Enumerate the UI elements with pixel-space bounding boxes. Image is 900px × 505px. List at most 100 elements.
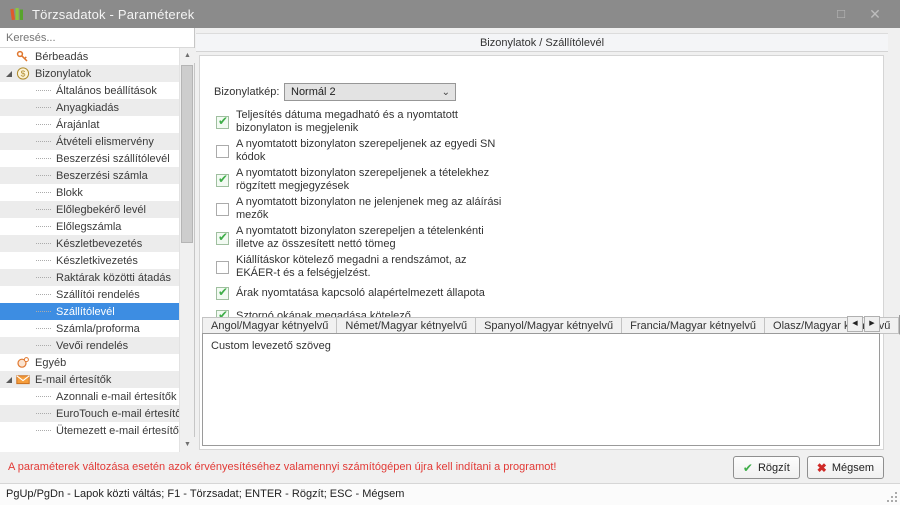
tree-connector (36, 192, 51, 193)
restart-warning: A paraméterek változása esetén azok érvé… (8, 452, 556, 483)
checkbox-row[interactable]: A nyomtatott bizonylaton szerepeljen a t… (216, 225, 636, 251)
main-panel: Bizonylatok / Szállítólevél Bizonylatkép… (196, 28, 888, 452)
sidebar-item-beszerzesi-szamla[interactable]: Beszerzési számla (0, 167, 179, 184)
settings-panel: Bizonylatkép: Normál 2 ⌄ Teljesítés dátu… (199, 55, 884, 450)
search-input[interactable] (0, 29, 194, 48)
sidebar-item-egyeb[interactable]: Egyéb (0, 354, 179, 371)
checkbox[interactable] (216, 261, 229, 274)
tree-connector (36, 90, 51, 91)
tree-connector (36, 277, 51, 278)
tree-connector (36, 260, 51, 261)
tree-connector (36, 243, 51, 244)
checkbox[interactable] (216, 287, 229, 300)
sidebar-item-eurotouch-e-mail-ertesitok[interactable]: EuroTouch e-mail értesítők (0, 405, 179, 422)
checkbox-row[interactable]: A nyomtatott bizonylaton ne jelenjenek m… (216, 196, 636, 222)
resize-grip-icon[interactable] (887, 492, 897, 502)
checkbox-row[interactable]: Kiállításkor kötelező megadni a rendszám… (216, 254, 636, 280)
sidebar-scrollbar[interactable]: ▲ ▼ (179, 48, 194, 452)
tree-connector (36, 107, 51, 108)
sidebar-item-anyagkiadas[interactable]: Anyagkiadás (0, 99, 179, 116)
checkbox[interactable] (216, 232, 229, 245)
tree-connector (36, 430, 51, 431)
sidebar-item-keszletkivezetes[interactable]: Készletkivezetés (0, 252, 179, 269)
cancel-button[interactable]: ✖ Mégsem (807, 456, 884, 479)
document-layout-select[interactable]: Normál 2 ⌄ (284, 83, 456, 101)
sidebar-item-bizonylatok[interactable]: $Bizonylatok (0, 65, 179, 82)
sidebar-item-altalanos-beallitasok[interactable]: Általános beállítások (0, 82, 179, 99)
tab-content-textarea[interactable]: Custom levezető szöveg (202, 333, 880, 446)
sidebar-item-azonnali-e-mail-ertesitok[interactable]: Azonnali e-mail értesítők (0, 388, 179, 405)
coin-icon: $ (16, 67, 30, 80)
scroll-up-icon[interactable]: ▲ (180, 48, 195, 63)
tree-connector (36, 413, 51, 414)
tree-connector (36, 345, 51, 346)
sidebar-item-szallitoi-rendeles[interactable]: Szállítói rendelés (0, 286, 179, 303)
footer-bar: A paraméterek változása esetén azok érvé… (0, 452, 900, 483)
svg-text:$: $ (21, 69, 26, 79)
sidebar-item-keszletbevezetes[interactable]: Készletbevezetés (0, 235, 179, 252)
tree-connector (36, 124, 51, 125)
misc-icon (16, 356, 30, 369)
checkbox[interactable] (216, 174, 229, 187)
parameter-tree: Bérbeadás $Bizonylatok Általános beállít… (0, 48, 179, 452)
sidebar-item-blokk[interactable]: Blokk (0, 184, 179, 201)
checkbox-row[interactable]: A nyomtatott bizonylaton szerepeljenek a… (216, 167, 636, 193)
window-title: Törzsadatok - Paraméterek (32, 7, 195, 22)
key-icon (16, 50, 30, 63)
tab-scroll-right-icon[interactable]: ▶ (864, 316, 880, 332)
sidebar-item-elolegszamla[interactable]: Előlegszámla (0, 218, 179, 235)
status-text: PgUp/PgDn - Lapok közti váltás; F1 - Tör… (6, 488, 404, 500)
tab-spanyol-magyar-ketnyelvu[interactable]: Spanyol/Magyar kétnyelvű (476, 317, 622, 334)
sidebar-item-arajanlat[interactable]: Árajánlat (0, 116, 179, 133)
sidebar-item-e-mail-ertesitok[interactable]: E-mail értesítők (0, 371, 179, 388)
tab-strip: Angol/Magyar kétnyelvűNémet/Magyar kétny… (202, 314, 880, 334)
title-bar: Törzsadatok - Paraméterek □ ✕ (0, 0, 900, 28)
app-icon (9, 6, 25, 22)
expanded-triangle-icon[interactable] (6, 71, 12, 77)
close-icon[interactable]: ✕ (860, 0, 890, 28)
tree-connector (36, 294, 51, 295)
tree-connector (36, 311, 51, 312)
mail-icon (16, 373, 30, 386)
checkbox-row[interactable]: Árak nyomtatása kapcsoló alapértelmezett… (216, 283, 636, 303)
breadcrumb: Bizonylatok / Szállítólevél (196, 33, 888, 52)
status-bar: PgUp/PgDn - Lapok közti váltás; F1 - Tör… (0, 483, 900, 505)
tree-connector (36, 175, 51, 176)
language-tab-control: Angol/Magyar kétnyelvűNémet/Magyar kétny… (202, 314, 880, 446)
tree-connector (36, 226, 51, 227)
maximize-icon[interactable]: □ (826, 0, 856, 28)
sidebar-item-utemezett-e-mail-ertesitok[interactable]: Ütemezett e-mail értesítők (0, 422, 179, 439)
sidebar-item-atveteli-elismerveny[interactable]: Átvételi elismervény (0, 133, 179, 150)
tab-nemet-magyar-ketnyelvu[interactable]: Német/Magyar kétnyelvű (337, 317, 476, 334)
sidebar-item-szallitolevel[interactable]: Szállítólevél (0, 303, 179, 320)
save-button[interactable]: ✔ Rögzít (733, 456, 800, 479)
cross-icon: ✖ (817, 461, 827, 475)
chevron-down-icon: ⌄ (442, 85, 450, 101)
expanded-triangle-icon[interactable] (6, 377, 12, 383)
sidebar-item-beszerzesi-szallitolevel[interactable]: Beszerzési szállítólevél (0, 150, 179, 167)
checkbox[interactable] (216, 116, 229, 129)
sidebar: Bérbeadás $Bizonylatok Általános beállít… (0, 28, 195, 452)
tab-francia-magyar-ketnyelvu[interactable]: Francia/Magyar kétnyelvű (622, 317, 765, 334)
sidebar-item-elolegbekero-level[interactable]: Előlegbekérő levél (0, 201, 179, 218)
tree-connector (36, 328, 51, 329)
tree-connector (36, 141, 51, 142)
tab-scroll-left-icon[interactable]: ◀ (847, 316, 863, 332)
tree-connector (36, 209, 51, 210)
tree-connector (36, 158, 51, 159)
document-layout-label: Bizonylatkép: (214, 86, 284, 98)
checkbox-row[interactable]: Teljesítés dátuma megadható és a nyomtat… (216, 109, 636, 135)
tab-angol-magyar-ketnyelvu[interactable]: Angol/Magyar kétnyelvű (202, 317, 337, 334)
sidebar-item-raktarak-kozotti-atadas[interactable]: Raktárak közötti átadás (0, 269, 179, 286)
checkbox-row[interactable]: A nyomtatott bizonylaton szerepeljenek a… (216, 138, 636, 164)
checkbox[interactable] (216, 145, 229, 158)
tree-connector (36, 396, 51, 397)
check-icon: ✔ (743, 461, 753, 475)
sidebar-item-vevoi-rendeles[interactable]: Vevői rendelés (0, 337, 179, 354)
sidebar-item-szamla-proforma[interactable]: Számla/proforma (0, 320, 179, 337)
scroll-down-icon[interactable]: ▼ (180, 437, 195, 452)
scrollbar-thumb[interactable] (181, 65, 193, 243)
checkbox[interactable] (216, 203, 229, 216)
sidebar-item-berbeadas[interactable]: Bérbeadás (0, 48, 179, 65)
checkbox-list: Teljesítés dátuma megadható és a nyomtat… (216, 109, 636, 329)
